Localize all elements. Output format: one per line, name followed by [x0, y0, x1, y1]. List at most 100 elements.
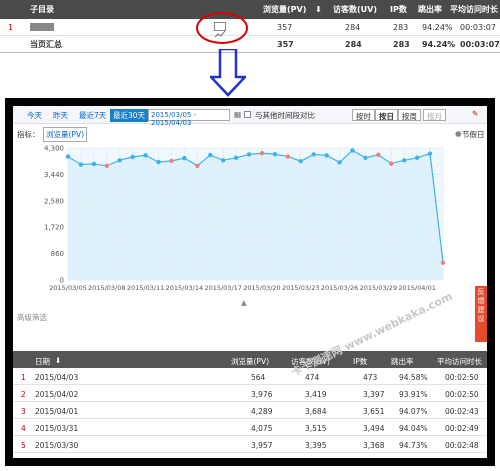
- data-point: [65, 154, 71, 159]
- row-index: 5: [21, 441, 26, 450]
- trend-panel: 今天 昨天 最近7天 最近30天 2015/03/05 - 2015/04/03…: [13, 106, 487, 458]
- btn-last30[interactable]: 最近30天: [110, 109, 149, 122]
- data-point: [130, 154, 135, 160]
- screenshot-frame: 今天 昨天 最近7天 最近30天 2015/03/05 - 2015/04/03…: [5, 98, 495, 466]
- data-point: [117, 158, 122, 163]
- date-range-input[interactable]: 2015/03/05 - 2015/04/03: [148, 109, 230, 127]
- data-point: [104, 163, 109, 169]
- row-ip: 283: [393, 22, 409, 32]
- col-uv[interactable]: 访客数(UV): [333, 4, 377, 15]
- x-tick-label: 2015/03/20: [243, 284, 280, 292]
- holiday-dot-icon: ●: [455, 129, 462, 138]
- btn-yesterday[interactable]: 昨天: [53, 110, 68, 121]
- collapse-handle-icon[interactable]: ▲: [241, 298, 247, 307]
- daily-data-table: 日期 浏览量(PV) 访客数(UV) IP数 跳出率 平均访问时长 ⬇ 1 2015/04/03…: [13, 351, 487, 458]
- data-point: [363, 155, 368, 161]
- data-point: [337, 160, 342, 165]
- col-ip[interactable]: IP数: [390, 4, 407, 15]
- col-subdir: 子目录: [30, 5, 54, 14]
- row-uv: 284: [345, 22, 361, 32]
- cell-date: 2015/04/03: [35, 373, 79, 382]
- x-tick-label: 2015/03/11: [127, 284, 164, 292]
- summary-ip: 283: [393, 39, 410, 49]
- data-point: [285, 154, 291, 159]
- cell-ip: 3,368: [363, 441, 385, 450]
- feedback-button[interactable]: 反馈建议: [475, 286, 487, 342]
- x-tick-label: 2015/03/23: [282, 284, 319, 292]
- cell-date: 2015/04/01: [35, 407, 79, 416]
- row-pv: 357: [277, 22, 293, 32]
- data-point: [195, 163, 200, 169]
- col-time[interactable]: 平均访问时长: [437, 356, 482, 367]
- col-avg-time[interactable]: 平均访问时长: [450, 4, 498, 15]
- data-point: [440, 260, 446, 265]
- data-point: [389, 161, 394, 166]
- row-time: 00:03:07: [460, 22, 496, 32]
- col-ip[interactable]: IP数: [353, 356, 367, 367]
- sort-icon[interactable]: ⬇: [55, 356, 61, 365]
- cell-pv: 564: [251, 373, 266, 382]
- data-point: [169, 158, 174, 164]
- cell-bounce: 94.73%: [399, 441, 428, 450]
- x-tick-label: 2015/03/26: [321, 284, 358, 292]
- btn-today[interactable]: 今天: [27, 110, 42, 121]
- table-row: 2 2015/04/02 3,976 3,419 3,397 93.91% 00:02:50: [13, 385, 487, 402]
- data-point: [427, 151, 433, 156]
- holiday-legend: 节假日: [462, 130, 485, 139]
- cell-time: 00:02:50: [445, 390, 479, 399]
- compare-checkbox[interactable]: [244, 111, 251, 118]
- summary-row: 当页汇总 357 284 283 94.24% 00:03:07: [0, 36, 500, 53]
- btn-day[interactable]: 按日: [375, 109, 398, 121]
- cell-ip: 473: [363, 373, 378, 382]
- cell-uv: 3,684: [305, 407, 327, 416]
- indicator-row: 指标： 浏览量(PV) ● 节假日: [13, 126, 487, 142]
- highlight-ellipse: [196, 12, 248, 44]
- pin-icon[interactable]: ✎: [472, 109, 478, 118]
- btn-hour[interactable]: 按时: [352, 109, 375, 121]
- x-tick-label: 2015/04/01: [398, 284, 435, 292]
- cell-pv: 3,957: [251, 441, 273, 450]
- x-tick-label: 2015/03/29: [360, 284, 397, 292]
- data-point: [182, 155, 187, 161]
- data-point: [259, 151, 265, 156]
- col-pv[interactable]: 浏览量(PV): [231, 356, 269, 367]
- row-index: 3: [21, 407, 26, 416]
- cell-pv: 4,075: [251, 424, 273, 433]
- btn-month[interactable]: 按月: [423, 109, 446, 121]
- pv-line-chart: 4,3003,4402,5801,72086002015/03/05 2015/0…: [44, 145, 446, 292]
- row-index: 1: [21, 373, 26, 382]
- summary-uv: 284: [345, 39, 362, 49]
- data-point: [220, 158, 226, 163]
- row-bounce: 94.24%: [422, 22, 453, 32]
- btn-week[interactable]: 按周: [398, 109, 421, 121]
- col-bounce[interactable]: 跳出率: [391, 356, 414, 367]
- data-point: [298, 159, 303, 164]
- col-date[interactable]: 日期: [35, 356, 50, 367]
- advanced-filter-link[interactable]: 高级筛选: [17, 312, 47, 323]
- summary-bounce: 94.24%: [422, 39, 456, 49]
- data-point: [246, 152, 252, 157]
- cell-ip: 3,651: [363, 407, 385, 416]
- table-row: 1 2015/04/03 564 474 473 94.58% 00:02:50: [13, 368, 487, 385]
- cell-time: 00:02:50: [445, 373, 479, 382]
- calendar-icon[interactable]: ▦: [234, 110, 241, 119]
- row-index: 4: [21, 424, 26, 433]
- compare-label: 与其他时间段对比: [255, 111, 315, 120]
- y-tick-label: 4,300: [44, 145, 64, 153]
- col-pv[interactable]: 浏览量(PV): [263, 4, 306, 15]
- y-tick-label: 2,580: [44, 197, 64, 205]
- cell-ip: 3,494: [363, 424, 385, 433]
- cell-pv: 4,289: [251, 407, 273, 416]
- top-table-header: 子目录 浏览量(PV) ⬇ 访客数(UV) IP数 跳出率 平均访问时长: [0, 0, 500, 19]
- table-row: 5 2015/03/30 3,957 3,395 3,368 94.73% 00:02:48: [13, 436, 487, 453]
- x-tick-label: 2015/03/05: [49, 284, 86, 292]
- cell-date: 2015/04/02: [35, 390, 79, 399]
- data-point: [208, 152, 213, 158]
- col-bounce[interactable]: 跳出率: [418, 4, 442, 15]
- btn-last7[interactable]: 最近7天: [79, 110, 106, 121]
- y-tick-label: 3,440: [44, 171, 64, 179]
- cell-bounce: 94.04%: [399, 424, 428, 433]
- table-row: 1 357 284 283 94.24% 00:03:07: [0, 19, 500, 36]
- redacted-path[interactable]: [30, 23, 54, 31]
- top-data-table: 子目录 浏览量(PV) ⬇ 访客数(UV) IP数 跳出率 平均访问时长 1 3…: [0, 0, 500, 53]
